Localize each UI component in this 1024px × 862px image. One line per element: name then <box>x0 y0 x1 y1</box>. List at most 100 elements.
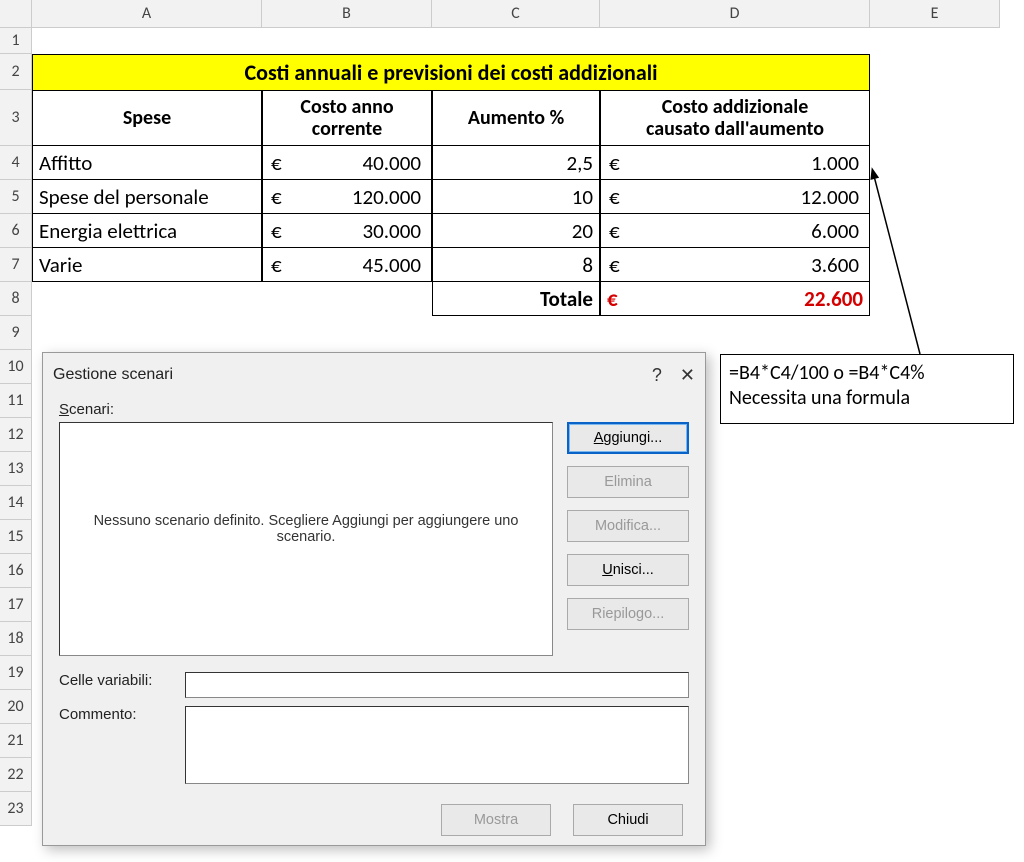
header-addizionale[interactable]: Costo addizionale causato dall'aumento <box>600 90 870 146</box>
totale-label[interactable]: Totale <box>432 282 600 316</box>
cell-A7[interactable]: Varie <box>32 248 262 282</box>
row-header-18[interactable]: 18 <box>0 622 32 656</box>
row-header-7[interactable]: 7 <box>0 248 32 282</box>
cell-B5[interactable]: €120.000 <box>262 180 432 214</box>
cell-E16[interactable] <box>870 554 1000 588</box>
row-header-8[interactable]: 8 <box>0 282 32 316</box>
cell-E20[interactable] <box>870 690 1000 724</box>
row-header-5[interactable]: 5 <box>0 180 32 214</box>
cell-E17[interactable] <box>870 588 1000 622</box>
scenario-manager-dialog: Gestione scenari ? ✕ Scenari: Nessuno sc… <box>42 352 706 846</box>
cell-E22[interactable] <box>870 758 1000 792</box>
col-header-D[interactable]: D <box>600 0 870 28</box>
row-header-16[interactable]: 16 <box>0 554 32 588</box>
modifica-button[interactable]: Modifica... <box>567 510 689 542</box>
table-title[interactable]: Costi annuali e previsioni dei costi add… <box>32 54 870 90</box>
row-header-4[interactable]: 4 <box>0 146 32 180</box>
row-header-14[interactable]: 14 <box>0 486 32 520</box>
scenario-listbox[interactable]: Nessuno scenario definito. Scegliere Agg… <box>59 422 553 656</box>
elimina-button[interactable]: Elimina <box>567 466 689 498</box>
col-header-A[interactable]: A <box>32 0 262 28</box>
row-header-22[interactable]: 22 <box>0 758 32 792</box>
col-header-C[interactable]: C <box>432 0 600 28</box>
cell-B7[interactable]: €45.000 <box>262 248 432 282</box>
col-header-E[interactable]: E <box>870 0 1000 28</box>
row-header-11[interactable]: 11 <box>0 384 32 418</box>
cell-E14[interactable] <box>870 486 1000 520</box>
cell-D9[interactable] <box>600 316 870 350</box>
cell-A4[interactable]: Affitto <box>32 146 262 180</box>
cell-B6[interactable]: €30.000 <box>262 214 432 248</box>
cell-B8[interactable] <box>262 282 432 316</box>
row-header-6[interactable]: 6 <box>0 214 32 248</box>
cell-A6[interactable]: Energia elettrica <box>32 214 262 248</box>
totale-value[interactable]: € 22.600 <box>600 282 870 316</box>
header-spese[interactable]: Spese <box>32 90 262 146</box>
cell-E3[interactable] <box>870 90 1000 146</box>
currency-symbol: € <box>607 286 618 312</box>
commento-input[interactable] <box>185 706 689 784</box>
cell-C1[interactable] <box>432 28 600 54</box>
totale-amount: 22.600 <box>804 286 863 312</box>
cell-E21[interactable] <box>870 724 1000 758</box>
cell-E1[interactable] <box>870 28 1000 54</box>
close-icon[interactable]: ✕ <box>680 365 695 386</box>
dialog-title: Gestione scenari <box>53 366 173 384</box>
row-header-12[interactable]: 12 <box>0 418 32 452</box>
help-icon[interactable]: ? <box>652 365 662 386</box>
arrow-icon <box>860 170 940 360</box>
chiudi-button[interactable]: Chiudi <box>573 804 683 836</box>
commento-label: Commento: <box>59 706 177 723</box>
row-header-19[interactable]: 19 <box>0 656 32 690</box>
cell-A5[interactable]: Spese del personale <box>32 180 262 214</box>
riepilogo-button[interactable]: Riepilogo... <box>567 598 689 630</box>
cell-C5[interactable]: 10 <box>432 180 600 214</box>
cell-E2[interactable] <box>870 54 1000 90</box>
cell-E13[interactable] <box>870 452 1000 486</box>
scenari-label: Scenari: <box>59 401 689 418</box>
cell-B4[interactable]: €40.000 <box>262 146 432 180</box>
col-header-B[interactable]: B <box>262 0 432 28</box>
row-header-20[interactable]: 20 <box>0 690 32 724</box>
cell-B1[interactable] <box>262 28 432 54</box>
cell-C6[interactable]: 20 <box>432 214 600 248</box>
row-header-21[interactable]: 21 <box>0 724 32 758</box>
cell-D1[interactable] <box>600 28 870 54</box>
row-header-9[interactable]: 9 <box>0 316 32 350</box>
cell-D6[interactable]: €6.000 <box>600 214 870 248</box>
mostra-button[interactable]: Mostra <box>441 804 551 836</box>
row-header-17[interactable]: 17 <box>0 588 32 622</box>
cell-C4[interactable]: 2,5 <box>432 146 600 180</box>
row-header-3[interactable]: 3 <box>0 90 32 146</box>
cell-A9[interactable] <box>32 316 262 350</box>
cell-C7[interactable]: 8 <box>432 248 600 282</box>
cell-E15[interactable] <box>870 520 1000 554</box>
cell-E19[interactable] <box>870 656 1000 690</box>
cell-A1[interactable] <box>32 28 262 54</box>
row-header-15[interactable]: 15 <box>0 520 32 554</box>
cell-D7[interactable]: €3.600 <box>600 248 870 282</box>
header-costo-anno[interactable]: Costo anno corrente <box>262 90 432 146</box>
column-header-row: A B C D E <box>0 0 1024 28</box>
row-header-2[interactable]: 2 <box>0 54 32 90</box>
cell-D4[interactable]: €1.000 <box>600 146 870 180</box>
header-aumento[interactable]: Aumento % <box>432 90 600 146</box>
annotation-line1: =B4*C4/100 o =B4*C4% <box>729 361 1005 386</box>
annotation-line2: Necessita una formula <box>729 386 1005 411</box>
formula-annotation: =B4*C4/100 o =B4*C4% Necessita una formu… <box>720 354 1014 424</box>
cell-C9[interactable] <box>432 316 600 350</box>
row-header-23[interactable]: 23 <box>0 792 32 826</box>
celle-variabili-label: Celle variabili: <box>59 672 177 689</box>
select-all-cell[interactable] <box>0 0 32 28</box>
row-header-13[interactable]: 13 <box>0 452 32 486</box>
unisci-button[interactable]: Unisci... <box>567 554 689 586</box>
cell-A8[interactable] <box>32 282 262 316</box>
row-header-10[interactable]: 10 <box>0 350 32 384</box>
celle-variabili-input[interactable] <box>185 672 689 698</box>
cell-D5[interactable]: €12.000 <box>600 180 870 214</box>
aggiungi-button[interactable]: Aggiungi... <box>567 422 689 454</box>
cell-E23[interactable] <box>870 792 1000 826</box>
cell-B9[interactable] <box>262 316 432 350</box>
row-header-1[interactable]: 1 <box>0 28 32 54</box>
cell-E18[interactable] <box>870 622 1000 656</box>
